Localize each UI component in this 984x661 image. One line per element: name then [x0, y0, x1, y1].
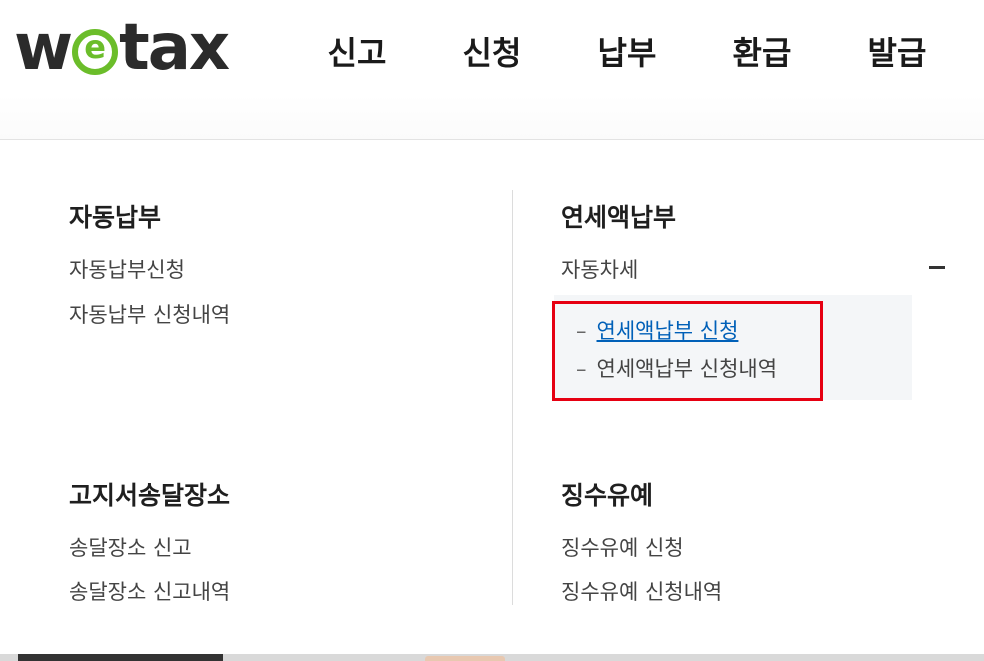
logo-e-letter: e — [84, 27, 106, 66]
nav-item-apply[interactable]: 신청 — [437, 28, 547, 74]
nav-item-refund[interactable]: 환급 — [707, 28, 817, 74]
nav-item-issue[interactable]: 발급 — [842, 28, 952, 74]
logo-e-mark: e — [72, 27, 119, 75]
link-deferral-apply[interactable]: 징수유예 신청 — [561, 532, 684, 562]
group-title-notice-address: 고지서송달장소 — [69, 481, 231, 510]
underlying-page-strip — [0, 654, 984, 661]
collapse-icon[interactable] — [929, 266, 945, 269]
group-title-annual-payment: 연세액납부 — [561, 203, 677, 232]
logo-prefix: w — [14, 10, 73, 85]
link-auto-payment-apply[interactable]: 자동납부신청 — [69, 254, 185, 284]
column-divider — [512, 190, 513, 605]
underlying-image — [425, 656, 505, 661]
underlying-banner — [18, 654, 223, 661]
link-deferral-history[interactable]: 징수유예 신청내역 — [561, 576, 722, 606]
wetax-logo[interactable]: w e tax — [14, 10, 230, 85]
link-vehicle-tax[interactable]: 자동차세 — [561, 254, 638, 284]
nav-item-payment[interactable]: 납부 — [572, 28, 682, 74]
group-title-deferral: 징수유예 — [561, 481, 654, 510]
group-title-auto-payment: 자동납부 — [69, 203, 162, 232]
logo-suffix: tax — [119, 10, 230, 85]
nav-item-report[interactable]: 신고 — [302, 28, 412, 74]
highlight-box — [552, 301, 823, 401]
link-notice-address-report[interactable]: 송달장소 신고 — [69, 532, 192, 562]
link-notice-address-history[interactable]: 송달장소 신고내역 — [69, 576, 230, 606]
site-header: w e tax 신고 신청 납부 환급 발급 — [0, 0, 984, 140]
page: w e tax 신고 신청 납부 환급 발급 자동납부 자동납부신청 자동납부 … — [0, 0, 984, 661]
link-auto-payment-history[interactable]: 자동납부 신청내역 — [69, 299, 230, 329]
